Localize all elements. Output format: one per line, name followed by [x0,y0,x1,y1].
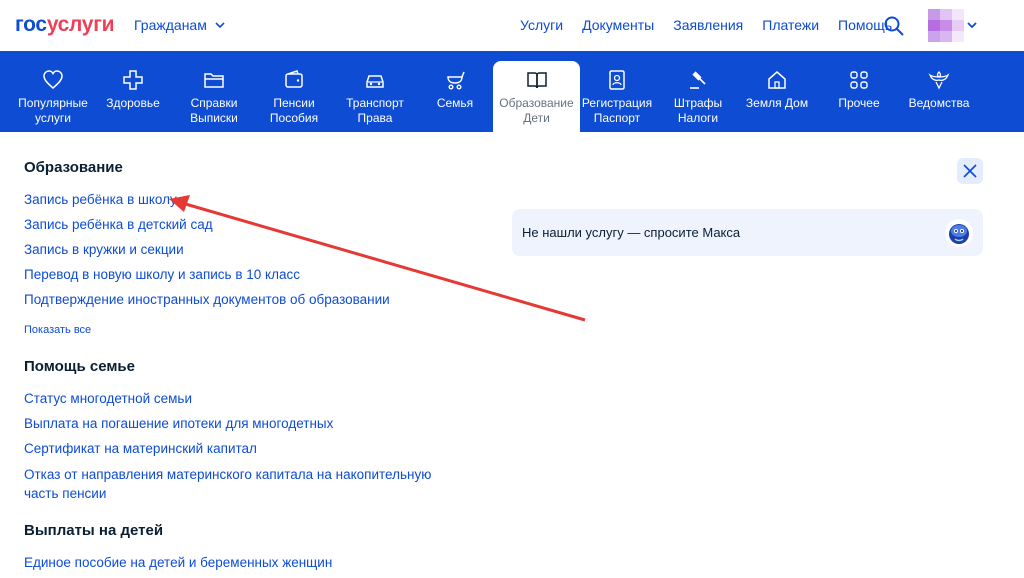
top-nav: Услуги Документы Заявления Платежи Помощ… [520,17,892,33]
nav-documents[interactable]: Документы [582,17,654,33]
avatar[interactable] [928,9,964,42]
link-maternity-capital-refusal[interactable]: Отказ от направления материнского капита… [24,465,454,503]
category-fines[interactable]: Штрафы Налоги [670,51,726,132]
category-label: Образование Дети [499,96,574,125]
ask-max-text: Не нашли услугу — спросите Макса [522,225,741,240]
nav-payments[interactable]: Платежи [762,17,819,33]
category-label: Прочее [838,96,880,110]
category-label: Земля Дом [745,96,809,110]
role-label: Гражданам [134,17,207,33]
category-label: Регистрация Паспорт [581,96,653,125]
category-transport[interactable]: Транспорт Права [340,51,410,132]
heart-icon [43,70,63,89]
car-icon [366,75,384,88]
ask-max-banner[interactable]: Не нашли услугу — спросите Макса [512,209,983,256]
close-button[interactable] [957,158,983,184]
chevron-down-icon[interactable] [966,19,978,31]
category-certificates[interactable]: Справки Выписки [180,51,248,132]
link-clubs-sections[interactable]: Запись в кружки и секции [24,242,184,257]
category-label: Здоровье [106,96,160,110]
passport-icon [609,70,625,90]
category-label: Транспорт Права [346,96,404,125]
link-large-family-status[interactable]: Статус многодетной семьи [24,391,192,406]
stroller-icon [447,71,465,90]
link-school-enrollment[interactable]: Запись ребёнка в школу [24,192,177,207]
chevron-down-icon [215,21,225,28]
category-label: Семья [436,96,474,110]
role-selector[interactable]: Гражданам [134,17,225,33]
category-family[interactable]: Семья [430,51,480,132]
category-label: Штрафы Налоги [673,96,723,125]
plus-cross-icon [123,70,143,90]
category-other[interactable]: Прочее [832,51,886,132]
link-unified-allowance[interactable]: Единое пособие на детей и беременных жен… [24,555,332,570]
wallet-icon [285,70,303,88]
nav-services[interactable]: Услуги [520,17,563,33]
section-title-education: Образование [24,159,123,176]
link-foreign-documents[interactable]: Подтверждение иностранных документов об … [24,292,390,307]
section-title-family-help: Помощь семье [24,358,135,375]
category-bar: Популярные услуги Здоровье Справки Выпис… [0,51,1024,132]
close-icon [963,164,977,178]
category-pensions[interactable]: Пенсии Пособия [264,51,324,132]
show-all-link[interactable]: Показать все [24,324,91,336]
category-label: Популярные услуги [18,96,88,125]
category-popular[interactable]: Популярные услуги [14,51,92,132]
category-label: Справки Выписки [190,96,238,125]
book-icon [526,72,547,89]
link-school-transfer[interactable]: Перевод в новую школу и запись в 10 клас… [24,267,300,282]
robot-assistant-icon [945,219,973,247]
link-mortgage-payment[interactable]: Выплата на погашение ипотеки для многоде… [24,416,333,431]
folder-icon [204,73,224,88]
link-maternity-capital[interactable]: Сертификат на материнский капитал [24,441,257,456]
gavel-icon [690,71,706,89]
search-icon[interactable] [884,16,904,36]
category-label: Ведомства [908,96,970,110]
category-label: Пенсии Пособия [269,96,319,125]
category-education[interactable]: Образование Дети [493,61,580,132]
category-health[interactable]: Здоровье [103,51,163,132]
nav-applications[interactable]: Заявления [673,17,743,33]
logo-part-uslugi: услуги [46,13,115,36]
house-icon [768,71,786,89]
logo-part-gos: гос [15,13,47,36]
category-agencies[interactable]: Ведомства [906,51,972,132]
top-header: госуслуги Гражданам Услуги Документы Зая… [0,0,1024,51]
emblem-icon [928,71,950,90]
gosuslugi-logo[interactable]: госуслуги [15,13,115,37]
category-registration[interactable]: Регистрация Паспорт [582,51,652,132]
section-title-child-payments: Выплаты на детей [24,522,164,539]
category-land-house[interactable]: Земля Дом [744,51,810,132]
grid-icon [850,71,868,89]
link-kindergarten-enrollment[interactable]: Запись ребёнка в детский сад [24,217,213,232]
